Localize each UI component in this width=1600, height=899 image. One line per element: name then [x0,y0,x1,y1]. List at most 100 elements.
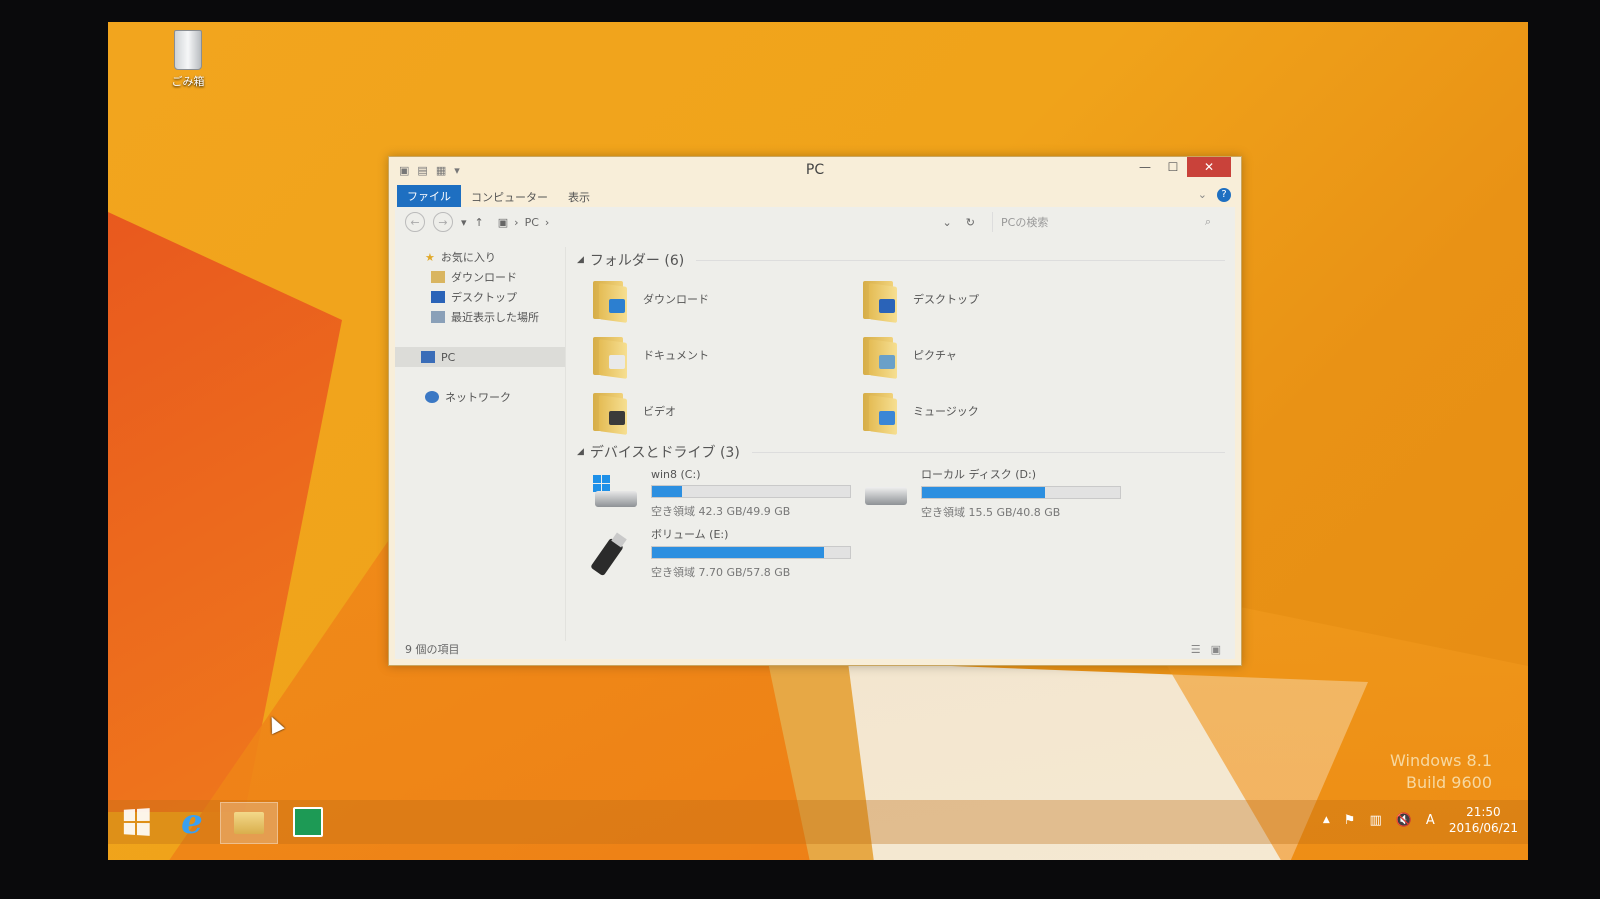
drive-usage-fill [922,487,1045,498]
action-center-flag-icon[interactable]: ⚑ [1344,813,1356,828]
volume-muted-icon[interactable]: 🔇 [1396,813,1412,828]
nav-network-label: ネットワーク [445,391,511,404]
hard-drive-icon [861,473,911,513]
desktop-icon [431,291,445,303]
tab-view[interactable]: 表示 [558,185,600,207]
star-icon: ★ [425,250,435,264]
nav-favorites[interactable]: ★ お気に入り [395,247,565,267]
drive-info: ボリューム (E:) 空き領域 7.70 GB/57.8 GB [651,526,851,580]
ribbon-tabs: ファイル コンピューター 表示 ⌄ ? [389,185,1241,207]
back-button[interactable]: ← [405,212,425,232]
large-icons-view-icon[interactable]: ▣ [1211,643,1221,656]
address-bar[interactable]: ▣ › PC › ⌄ [492,212,958,232]
network-status-icon[interactable]: ▥ [1369,813,1381,828]
watermark-build: Build 9600 [1406,773,1492,792]
forward-button[interactable]: → [433,212,453,232]
show-hidden-icons-icon[interactable]: ▲ [1323,815,1330,825]
search-input[interactable]: PCの検索 [1001,214,1048,230]
nav-desktop[interactable]: デスクトップ [395,287,565,307]
folder-label: ビデオ [643,405,676,418]
drives-group-header[interactable]: ◢ デバイスとドライブ (3) [577,439,1225,465]
clock-time: 21:50 [1466,805,1501,819]
recycle-bin-label: ごみ箱 [171,75,205,88]
desktop-folder-icon [861,277,899,323]
details-view-icon[interactable]: ☰ [1191,643,1201,656]
drive-info: win8 (C:) 空き領域 42.3 GB/49.9 GB [651,468,851,519]
nav-item-label: デスクトップ [451,291,517,304]
breadcrumb-pc[interactable]: PC [525,216,539,229]
title-bar[interactable]: ▣ ▤ ▦ ▾ PC — ☐ ✕ [389,157,1241,185]
folder-item[interactable]: デスクトップ [861,273,1131,325]
store-icon [293,807,323,837]
drive-list: win8 (C:) 空き領域 42.3 GB/49.9 GB ローカル ディスク (… [590,465,1225,581]
nav-downloads[interactable]: ダウンロード [395,267,565,287]
drive-usage-fill [652,485,682,497]
collapse-icon: ◢ [577,447,584,457]
tab-computer[interactable]: コンピューター [461,185,558,207]
recent-locations-icon[interactable]: ▾ [461,216,467,229]
path-separator-icon[interactable]: › [545,216,549,229]
recent-places-icon [431,311,445,323]
nav-network[interactable]: ネットワーク [395,387,565,407]
nav-pc[interactable]: PC [395,347,565,367]
ime-indicator[interactable]: A [1426,813,1435,828]
expand-ribbon-icon[interactable]: ⌄ [1198,188,1207,204]
windows-drive-icon [591,473,641,513]
help-icon[interactable]: ? [1217,188,1231,202]
path-separator-icon: › [514,215,519,229]
clock[interactable]: 21:50 2016/06/21 [1449,804,1518,836]
nav-recent-places[interactable]: 最近表示した場所 [395,307,565,327]
drive-label: ボリューム (E:) [651,528,729,541]
recycle-bin[interactable]: ごみ箱 [163,30,213,89]
folders-group-header[interactable]: ◢ フォルダー (6) [577,247,1225,273]
tab-file[interactable]: ファイル [397,185,461,207]
refresh-button[interactable]: ↻ [966,216,975,229]
folder-item[interactable]: ビデオ [591,385,861,437]
videos-folder-icon [591,389,629,435]
file-explorer-button[interactable] [220,802,278,844]
items-view: ◢ フォルダー (6) ダウンロード デスクトップドキュメント ピクチャビデオ ミュー… [577,247,1225,641]
pc-path-icon: ▣ [497,215,509,229]
folder-label: ドキュメント [643,349,709,362]
drive-usage-bar [651,546,851,559]
drive-free-space: 空き領域 42.3 GB/49.9 GB [651,504,791,518]
build-watermark: Windows 8.1 Build 9600 [1390,750,1492,794]
window-title: PC [805,162,825,178]
maximize-button[interactable]: ☐ [1159,157,1187,177]
search-icon: ⌕ [1204,215,1211,228]
internet-explorer-button[interactable]: e [164,802,220,842]
folder-item[interactable]: ピクチャ [861,329,1131,381]
folder-item[interactable]: ドキュメント [591,329,861,381]
file-explorer-icon [234,812,264,834]
folder-item[interactable]: ダウンロード [591,273,861,325]
system-tray: ▲ ⚑ ▥ 🔇 A 21:50 2016/06/21 [1323,804,1518,836]
ie-icon: e [181,802,203,842]
desktop: ごみ箱 ▣ ▤ ▦ ▾ PC — ☐ ✕ ファイル コンピューター 表示 ⌄ ? [108,22,1528,860]
window-controls: — ☐ ✕ [1131,157,1231,177]
close-button[interactable]: ✕ [1187,157,1231,177]
search-box[interactable]: PCの検索 ⌕ [992,212,1219,232]
recycle-bin-icon [174,30,202,70]
up-button[interactable]: ↑ [475,216,484,229]
folder-item[interactable]: ミュージック [861,385,1131,437]
address-dropdown-icon[interactable]: ⌄ [943,216,952,229]
folder-list: ダウンロード デスクトップドキュメント ピクチャビデオ ミュージック [591,273,1225,437]
status-bar-count: 9 個の項目 [405,643,460,656]
store-button[interactable] [280,802,336,842]
windows-logo-icon [123,808,150,836]
nav-item-label: ダウンロード [451,271,517,284]
collapse-icon: ◢ [577,255,584,265]
drive-item[interactable]: win8 (C:) 空き領域 42.3 GB/49.9 GB [591,465,861,521]
drive-usage-bar [921,486,1121,499]
drive-info: ローカル ディスク (D:) 空き領域 15.5 GB/40.8 GB [921,466,1121,520]
pc-icon [421,351,435,363]
usb-drive-icon [590,532,641,577]
watermark-os: Windows 8.1 [1390,751,1492,770]
minimize-button[interactable]: — [1131,157,1159,177]
folder-label: ダウンロード [643,293,709,306]
drive-free-space: 空き領域 15.5 GB/40.8 GB [921,506,1061,519]
drive-item[interactable]: ローカル ディスク (D:) 空き領域 15.5 GB/40.8 GB [861,465,1131,521]
start-button[interactable] [108,802,164,842]
drive-item[interactable]: ボリューム (E:) 空き領域 7.70 GB/57.8 GB [590,525,861,581]
network-icon [425,391,439,403]
